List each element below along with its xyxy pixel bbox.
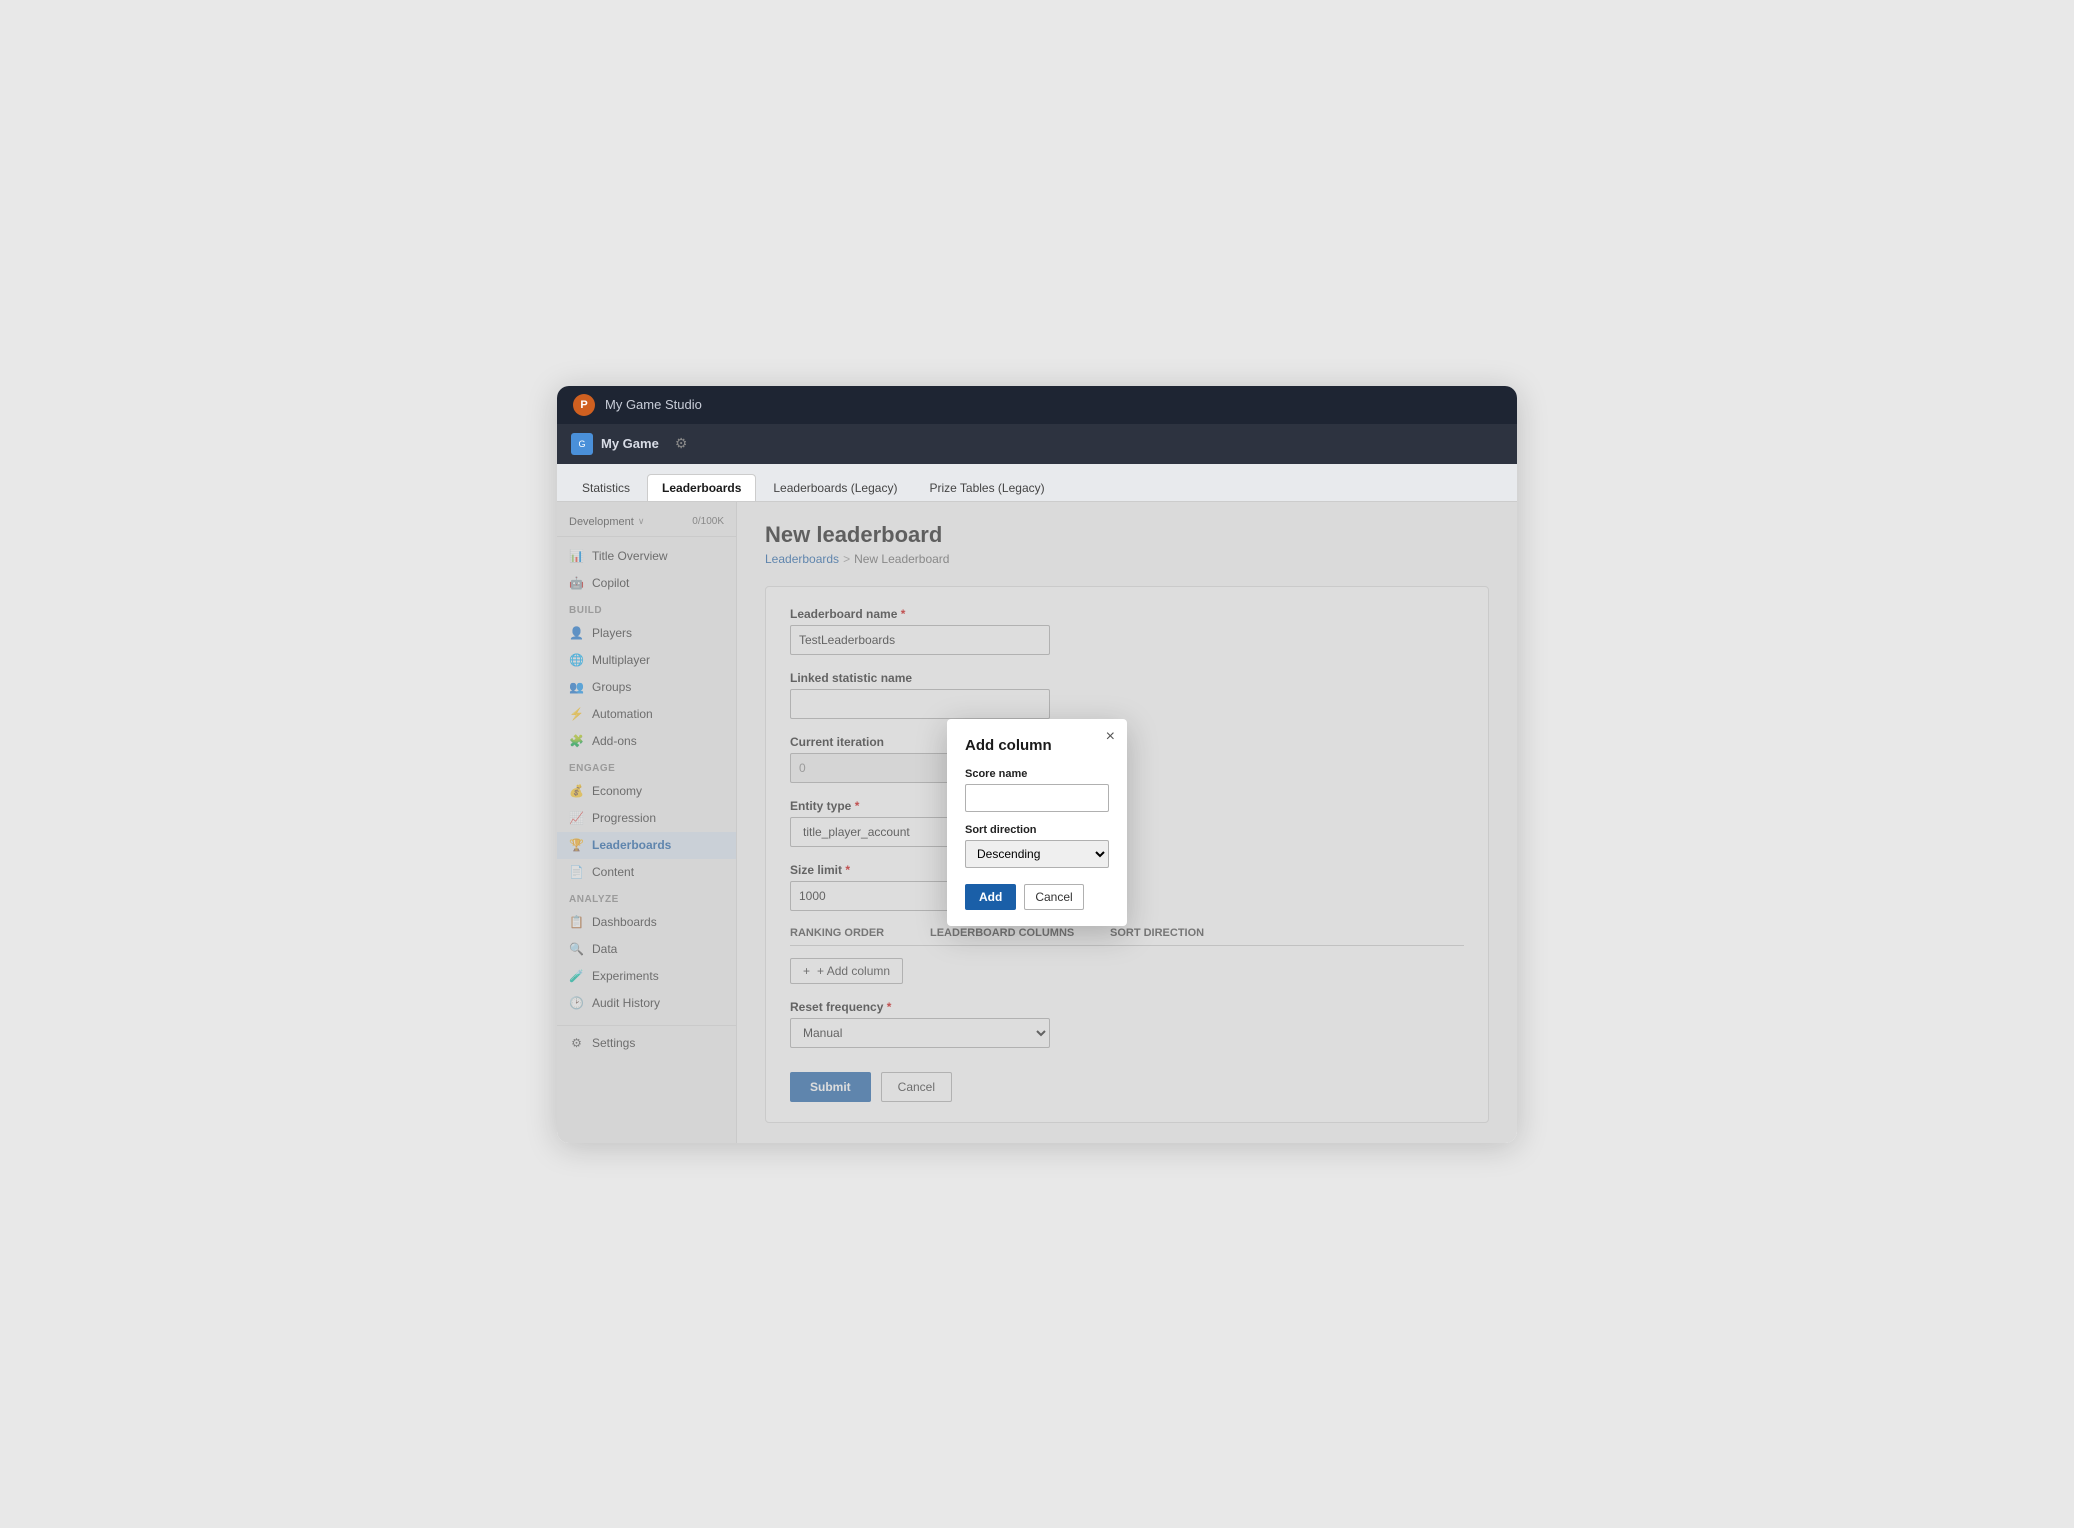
top-bar: P My Game Studio: [557, 386, 1517, 424]
logo-icon: P: [580, 399, 587, 411]
modal-close-button[interactable]: ×: [1106, 729, 1115, 745]
tab-leaderboards-legacy[interactable]: Leaderboards (Legacy): [758, 474, 912, 501]
modal-title: Add column: [965, 737, 1109, 754]
score-name-label: Score name: [965, 768, 1109, 780]
modal-overlay: Add column × Score name Sort direction D…: [557, 502, 1517, 1143]
game-bar: G My Game ⚙: [557, 424, 1517, 464]
tab-prize-tables-legacy[interactable]: Prize Tables (Legacy): [914, 474, 1059, 501]
app-logo: P: [573, 394, 595, 416]
sort-direction-label: Sort direction: [965, 824, 1109, 836]
tab-statistics[interactable]: Statistics: [567, 474, 645, 501]
main-layout: Development ∨ 0/100K 📊 Title Overview 🤖 …: [557, 502, 1517, 1143]
modal-cancel-button[interactable]: Cancel: [1024, 884, 1083, 910]
game-icon: G: [571, 433, 593, 455]
tab-bar: Statistics Leaderboards Leaderboards (Le…: [557, 464, 1517, 502]
gear-icon[interactable]: ⚙: [675, 435, 688, 452]
sort-direction-select[interactable]: Descending Ascending: [965, 840, 1109, 868]
score-name-input[interactable]: [965, 784, 1109, 812]
studio-title: My Game Studio: [605, 397, 702, 412]
modal-add-button[interactable]: Add: [965, 884, 1016, 910]
game-title: My Game: [601, 436, 659, 451]
modal-actions: Add Cancel: [965, 884, 1109, 910]
tab-leaderboards[interactable]: Leaderboards: [647, 474, 756, 501]
add-column-modal: Add column × Score name Sort direction D…: [947, 719, 1127, 926]
